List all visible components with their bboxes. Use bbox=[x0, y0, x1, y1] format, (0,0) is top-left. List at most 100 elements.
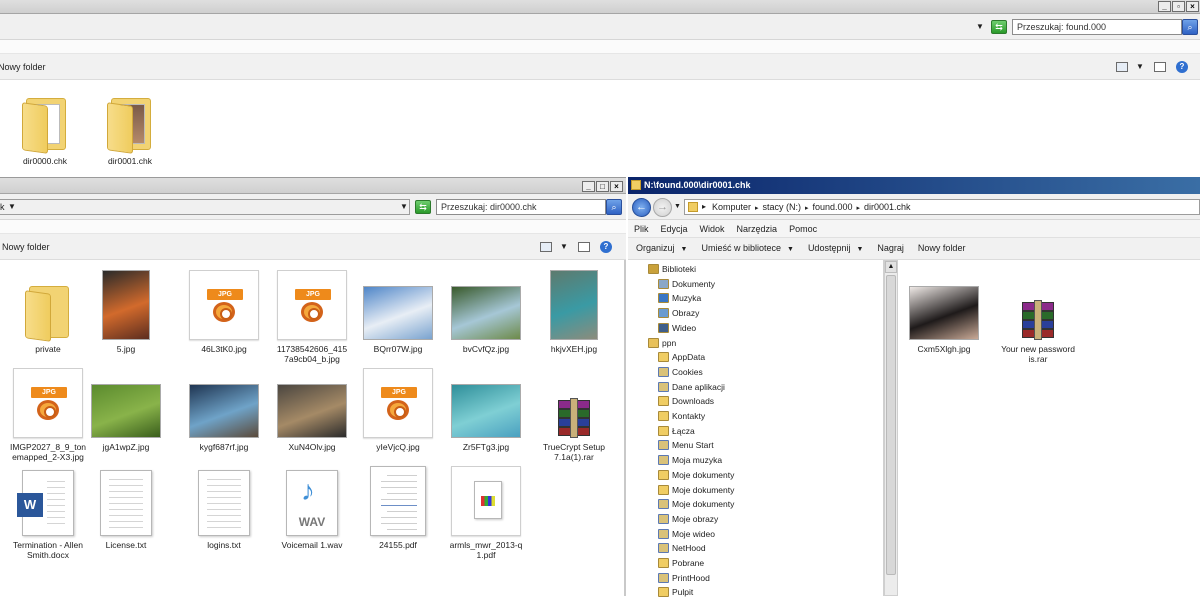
left-file-item[interactable]: hkjvXEH.jpg bbox=[534, 266, 614, 362]
help-icon[interactable]: ? bbox=[1176, 61, 1188, 73]
breadcrumb-item[interactable]: found.000 bbox=[812, 202, 852, 212]
breadcrumb-arrow-icon[interactable]: ▸ bbox=[805, 205, 810, 212]
help-icon[interactable]: ? bbox=[600, 241, 612, 253]
left-file-item[interactable]: W Termination - Allen Smith.docx bbox=[8, 462, 88, 560]
left-file-item[interactable]: BQrr07W.jpg bbox=[358, 266, 438, 362]
left-file-item[interactable]: JPG 46L3tK0.jpg bbox=[184, 266, 264, 362]
nav-scrollbar[interactable]: ▲ bbox=[884, 260, 898, 596]
doc-line bbox=[381, 487, 417, 488]
breadcrumb-separator-icon[interactable]: ▸ bbox=[702, 202, 706, 211]
left-file-item[interactable]: 5.jpg bbox=[86, 266, 166, 362]
pdf-file-icon bbox=[451, 466, 521, 536]
left-file-item[interactable]: armls_mwr_2013-q 1.pdf bbox=[446, 462, 526, 560]
user-folder-icon bbox=[648, 337, 659, 348]
right-file-item[interactable]: Cxm5Xlgh.jpg bbox=[904, 266, 984, 362]
minimize-button[interactable]: _ bbox=[1158, 1, 1171, 12]
left-file-item[interactable]: jgA1wpZ.jpg bbox=[86, 364, 166, 460]
left-file-item[interactable]: License.txt bbox=[86, 462, 166, 558]
left-file-item[interactable]: 24155.pdf bbox=[358, 462, 438, 558]
folder-icon bbox=[20, 92, 70, 154]
view-dropdown-icon[interactable]: ▼ bbox=[560, 242, 568, 251]
view-options-icon[interactable] bbox=[1116, 62, 1128, 72]
right-toolbar: Organizuj ▼ Umieść w bibliotece ▼ Udostępnij… bbox=[628, 238, 1200, 260]
nav-item-label: Biblioteki bbox=[662, 264, 697, 274]
file-name-label: 24155.pdf bbox=[379, 540, 417, 550]
search-icon[interactable]: ⌕ bbox=[606, 199, 622, 215]
scroll-up-icon[interactable]: ▲ bbox=[885, 261, 897, 273]
menu-item[interactable]: Widok bbox=[700, 224, 725, 234]
new-folder-button[interactable]: Nowy folder bbox=[0, 62, 46, 72]
left-file-item[interactable]: bvCvfQz.jpg bbox=[446, 266, 526, 362]
doc-line bbox=[47, 511, 65, 512]
history-dropdown-icon[interactable]: ▼ bbox=[400, 202, 408, 211]
folder-icon bbox=[658, 411, 669, 421]
left-file-item[interactable]: logins.txt bbox=[184, 462, 264, 558]
menu-item[interactable]: Plik bbox=[634, 224, 649, 234]
toolbar-button[interactable]: Umieść w bibliotece bbox=[701, 243, 781, 253]
doc-line bbox=[387, 493, 417, 494]
left-file-item[interactable]: JPG yIeVjcQ.jpg bbox=[358, 364, 438, 460]
top-file-item[interactable]: dir0000.chk bbox=[5, 78, 85, 174]
maximize-button[interactable]: □ bbox=[596, 181, 609, 192]
left-file-item[interactable]: Zr5FTg3.jpg bbox=[446, 364, 526, 460]
toolbar-button[interactable]: Nowy folder bbox=[918, 243, 966, 253]
back-button[interactable]: ← bbox=[632, 198, 651, 217]
top-file-item[interactable]: dir0001.chk bbox=[90, 78, 170, 174]
minimize-button[interactable]: _ bbox=[582, 181, 595, 192]
menu-item[interactable]: Pomoc bbox=[789, 224, 817, 234]
close-button[interactable]: × bbox=[1186, 1, 1199, 12]
toolbar-dropdown-icon[interactable]: ▼ bbox=[787, 246, 794, 253]
toolbar-button[interactable]: Nagraj bbox=[877, 243, 904, 253]
jpg-tag: JPG bbox=[295, 289, 331, 300]
folder-icon bbox=[658, 469, 669, 480]
search-icon[interactable]: ⌕ bbox=[1182, 19, 1198, 35]
left-file-item[interactable]: JPG 11738542606_415 7a9cb04_b.jpg bbox=[272, 266, 352, 364]
breadcrumb-item[interactable]: dir0001.chk bbox=[864, 202, 911, 212]
toolbar-dropdown-icon[interactable]: ▼ bbox=[856, 246, 863, 253]
view-options-icon[interactable] bbox=[540, 242, 552, 252]
search-input[interactable]: Przeszukaj: found.000 bbox=[1012, 19, 1182, 35]
left-file-item[interactable]: JPG IMGP2027_8_9_ton emapped_2-X3.jpg bbox=[8, 364, 88, 462]
view-dropdown-icon[interactable]: ▼ bbox=[1136, 62, 1144, 71]
menu-item[interactable]: Edycja bbox=[661, 224, 688, 234]
breadcrumb-item[interactable]: stacy (N:) bbox=[763, 202, 802, 212]
photo-thumbnail bbox=[909, 286, 979, 340]
right-file-item[interactable]: Your new password is.rar bbox=[998, 266, 1078, 364]
folder-icon bbox=[658, 484, 669, 495]
file-name-label: yIeVjcQ.jpg bbox=[376, 442, 420, 452]
nav-item-label: Moja muzyka bbox=[672, 455, 723, 466]
breadcrumb-item[interactable]: Komputer bbox=[712, 202, 751, 212]
breadcrumb-arrow-icon[interactable]: ▸ bbox=[857, 205, 862, 212]
left-file-item[interactable]: TrueCrypt Setup 7.1a(1).rar bbox=[534, 364, 614, 462]
scroll-thumb[interactable] bbox=[886, 275, 896, 575]
recent-dropdown-icon[interactable]: ▼ bbox=[674, 203, 681, 210]
refresh-button[interactable]: ⇆ bbox=[991, 20, 1007, 34]
doc-line bbox=[109, 515, 143, 516]
toolbar-button[interactable]: Organizuj bbox=[636, 243, 675, 253]
doc-line bbox=[207, 503, 241, 504]
menu-item[interactable]: Narzędzia bbox=[737, 224, 778, 234]
toolbar-dropdown-icon[interactable]: ▼ bbox=[681, 246, 688, 253]
forward-button[interactable]: → bbox=[653, 198, 672, 217]
toolbar-button[interactable]: Udostępnij bbox=[808, 243, 851, 253]
breadcrumb-arrow-icon[interactable]: ▸ bbox=[755, 205, 760, 212]
refresh-button[interactable]: ⇆ bbox=[415, 200, 431, 214]
wav-audio-icon: ♪ WAV bbox=[286, 470, 338, 536]
close-button[interactable]: × bbox=[610, 181, 623, 192]
left-file-item[interactable]: kygf687rf.jpg bbox=[184, 364, 264, 460]
address-box[interactable] bbox=[0, 199, 410, 215]
doc-line bbox=[109, 485, 143, 486]
left-file-item[interactable]: XuN4Olv.jpg bbox=[272, 364, 352, 460]
preview-pane-icon[interactable] bbox=[1154, 62, 1166, 72]
new-folder-button[interactable]: Nowy folder bbox=[2, 242, 50, 252]
left-file-item[interactable]: ♪ WAV Voicemail 1.wav bbox=[272, 462, 352, 558]
doc-line bbox=[109, 491, 143, 492]
left-file-item[interactable]: private bbox=[8, 266, 88, 362]
top-toolbar: Nowy folder ▼ ? bbox=[0, 54, 1200, 80]
restore-button[interactable]: ▫ bbox=[1172, 1, 1185, 12]
address-dropdown-icon[interactable]: ▼ bbox=[976, 22, 984, 31]
shortcut-folder-icon bbox=[658, 528, 669, 539]
doc-line bbox=[207, 485, 241, 486]
search-input[interactable]: Przeszukaj: dir0000.chk bbox=[436, 199, 606, 215]
preview-pane-icon[interactable] bbox=[578, 242, 590, 252]
